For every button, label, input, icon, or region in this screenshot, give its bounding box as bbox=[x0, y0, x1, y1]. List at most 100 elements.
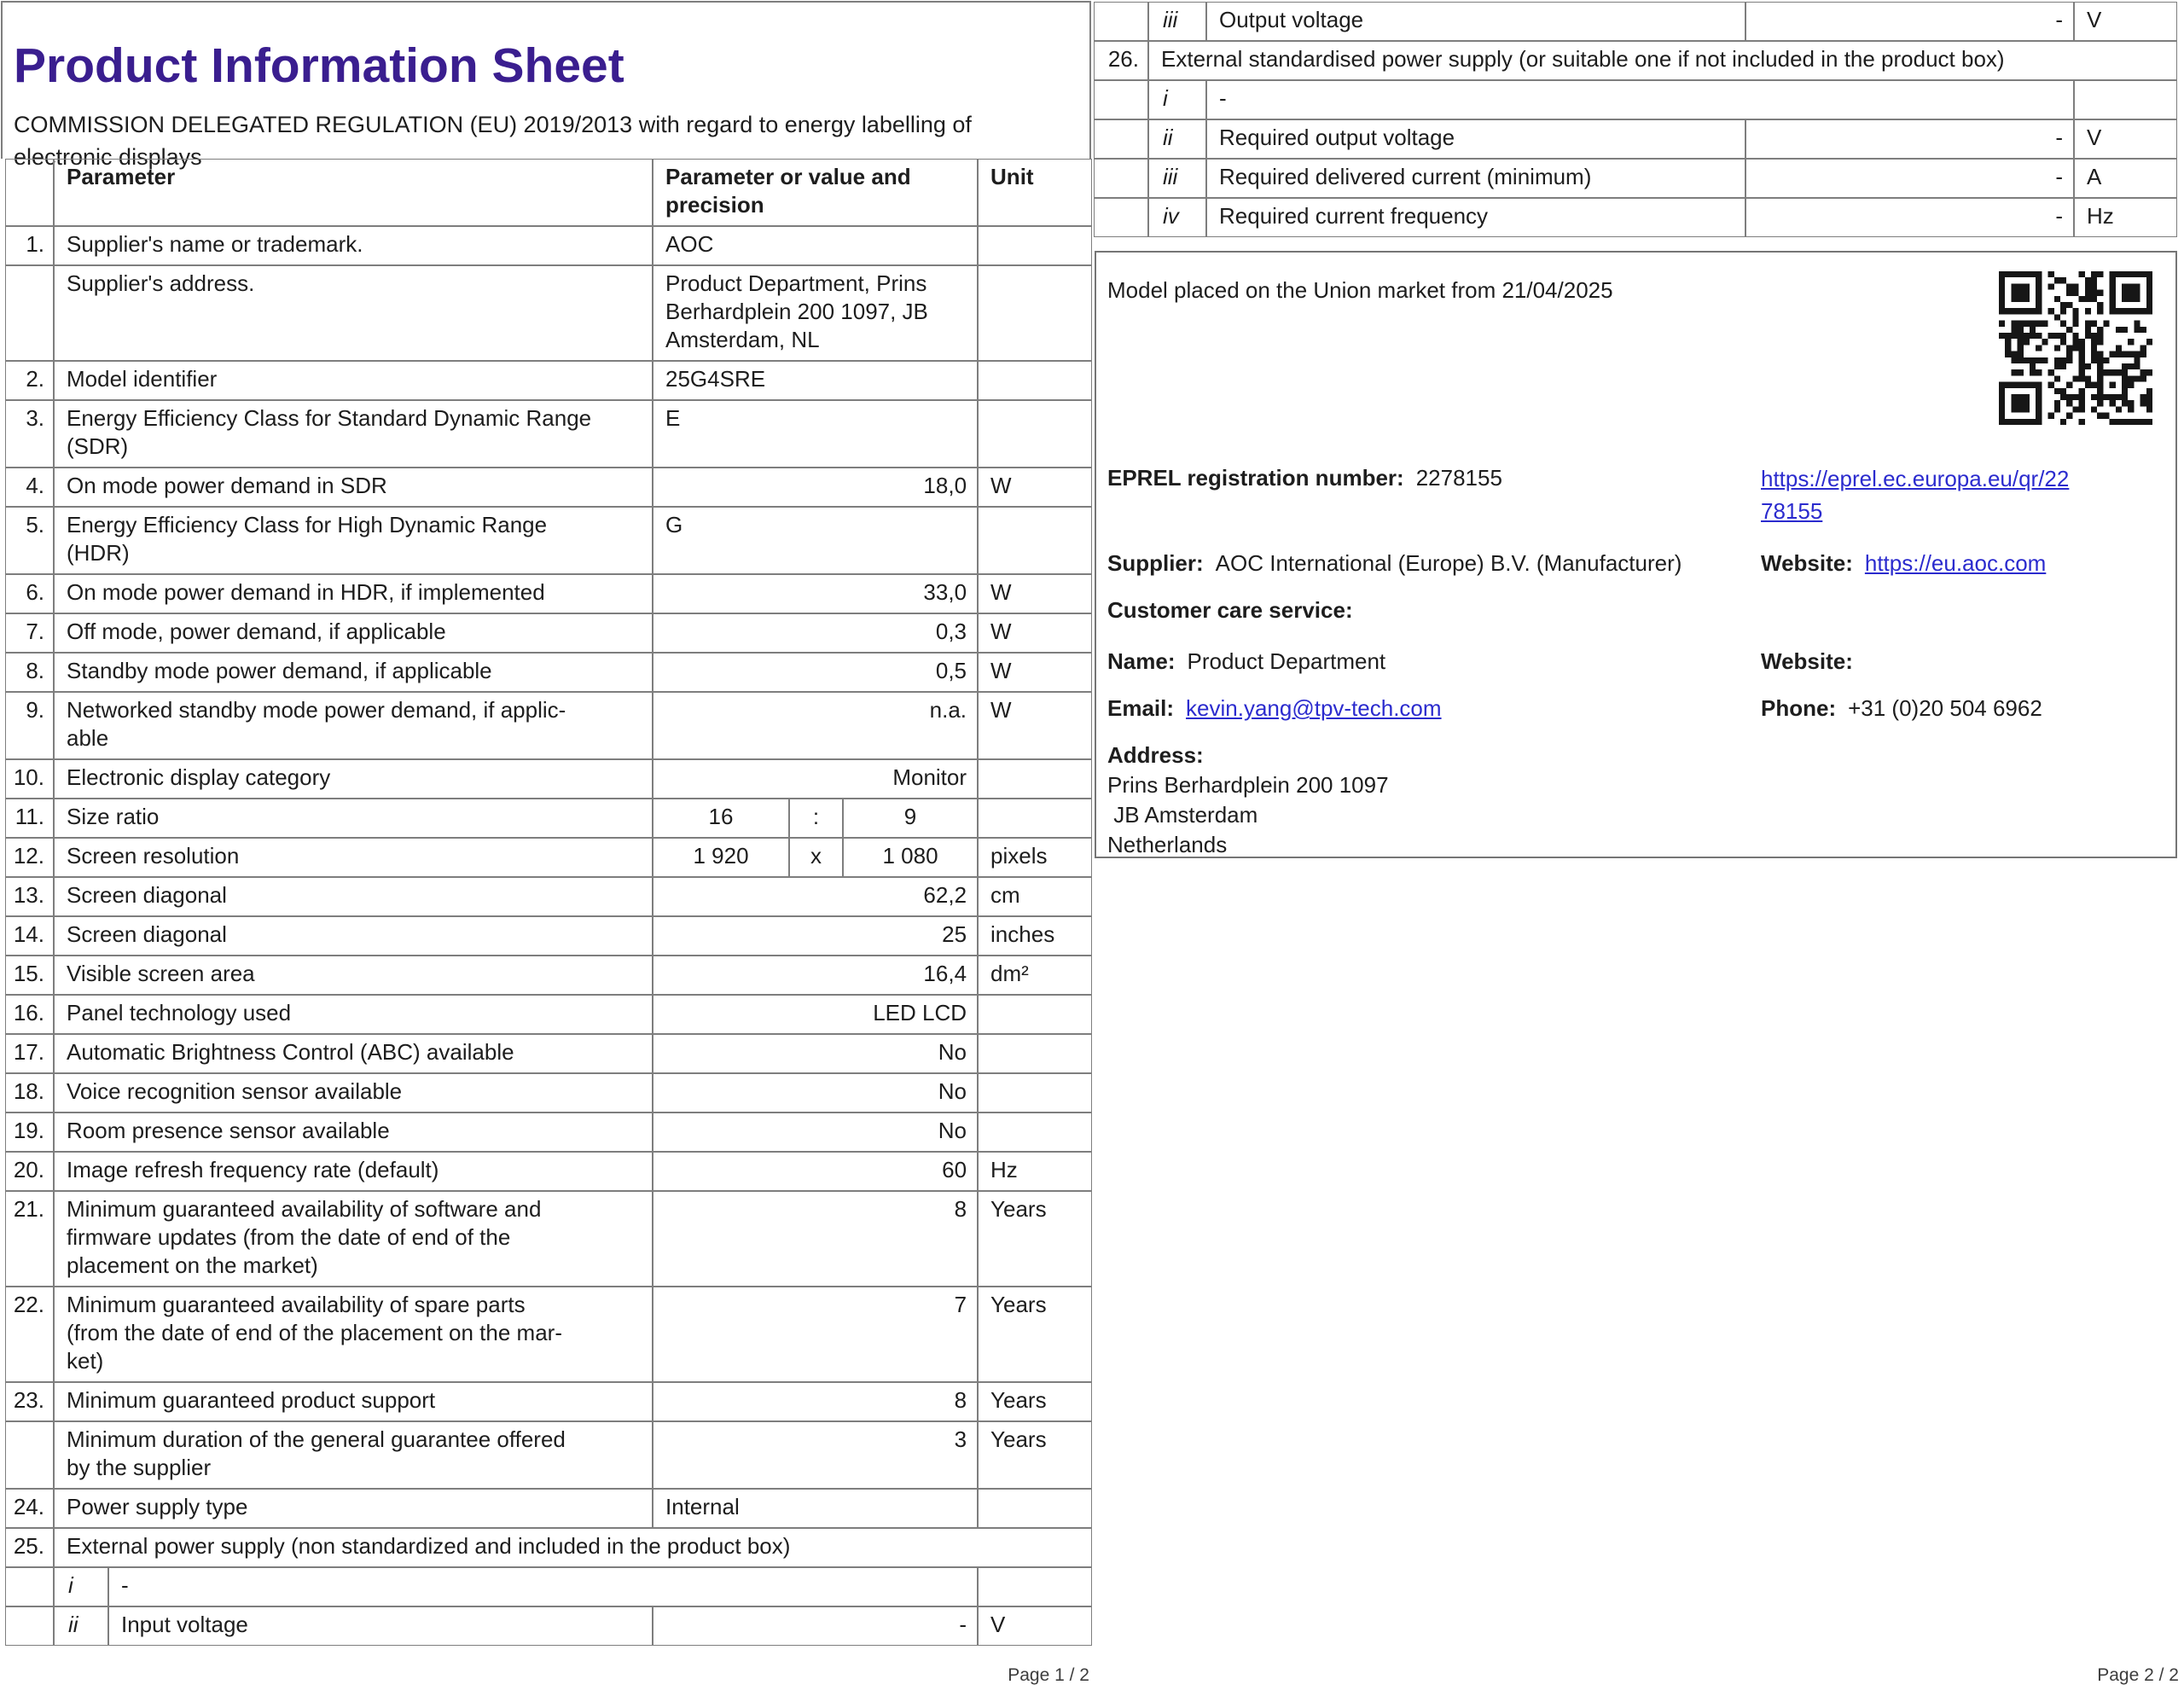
table-row: 2.Model identifier25G4SRE bbox=[5, 361, 1092, 400]
row-value: 0,5 bbox=[653, 653, 978, 692]
row-value: Product Department, Prins Berhardplein 2… bbox=[653, 265, 978, 361]
row-number bbox=[5, 1421, 54, 1489]
row-value: 0,3 bbox=[653, 613, 978, 653]
row-number: 9. bbox=[5, 692, 54, 759]
row-unit: W bbox=[978, 613, 1092, 653]
row-value: 62,2 bbox=[653, 877, 978, 916]
row-subnumber: i bbox=[1148, 80, 1206, 119]
row-number: 7. bbox=[5, 613, 54, 653]
table-row: 16.Panel technology usedLED LCD bbox=[5, 995, 1092, 1034]
phone-field: Phone: +31 (0)20 504 6962 bbox=[1761, 693, 2042, 723]
row-label: Voice recognition sensor available bbox=[54, 1073, 653, 1113]
row-unit: V bbox=[2074, 2, 2177, 41]
table-row: 17.Automatic Brightness Control (ABC) av… bbox=[5, 1034, 1092, 1073]
address-label: Address: bbox=[1107, 740, 2164, 770]
row-unit: V bbox=[2074, 119, 2177, 159]
website-link[interactable]: https://eu.aoc.com bbox=[1865, 550, 2046, 576]
eprel-link[interactable]: https://eprel.ec.europa.eu/qr/22 78155 bbox=[1761, 462, 2069, 527]
phone-value: +31 (0)20 504 6962 bbox=[1848, 695, 2042, 721]
website-label: Website: bbox=[1761, 550, 1853, 576]
row-label: Minimum duration of the general guarante… bbox=[54, 1421, 653, 1489]
row-unit: Years bbox=[978, 1191, 1092, 1287]
table-row: i- bbox=[1094, 80, 2177, 119]
table-row: 4.On mode power demand in SDR18,0W bbox=[5, 468, 1092, 507]
row-subnumber: iii bbox=[1148, 159, 1206, 198]
table-row: 11.Size ratio16:9 bbox=[5, 799, 1092, 838]
row-unit bbox=[978, 226, 1092, 265]
row-number: 12. bbox=[5, 838, 54, 877]
supplier-row: Supplier:AOC International (Europe) B.V.… bbox=[1107, 548, 2164, 578]
table-row: iiiRequired delivered current (minimum)-… bbox=[1094, 159, 2177, 198]
row-label: Required current frequency bbox=[1206, 198, 1745, 237]
table-row: 14.Screen diagonal25inches bbox=[5, 916, 1092, 956]
row-number: 4. bbox=[5, 468, 54, 507]
qr-code bbox=[1999, 271, 2152, 425]
row-label: Energy Efficiency Class for Standard Dyn… bbox=[54, 400, 653, 468]
table-row: 1.Supplier's name or trademark.AOC bbox=[5, 226, 1092, 265]
row-unit: Hz bbox=[2074, 198, 2177, 237]
table-row: 24.Power supply typeInternal bbox=[5, 1489, 1092, 1528]
row-subnumber: iv bbox=[1148, 198, 1206, 237]
row-unit bbox=[978, 995, 1092, 1034]
row-value: 1 080 bbox=[843, 838, 978, 877]
row-label: Power supply type bbox=[54, 1489, 653, 1528]
row-number: 15. bbox=[5, 956, 54, 995]
row-label: Input voltage bbox=[108, 1606, 653, 1646]
row-value: 18,0 bbox=[653, 468, 978, 507]
row-unit: W bbox=[978, 692, 1092, 759]
row-label: Room presence sensor available bbox=[54, 1113, 653, 1152]
row-label: Off mode, power demand, if applicable bbox=[54, 613, 653, 653]
name-row: Name:Product Department Website: bbox=[1107, 646, 2164, 677]
parameter-table-page1: Parameter Parameter or value and precisi… bbox=[5, 159, 1092, 1646]
table-row: 22.Minimum guaranteed availability of sp… bbox=[5, 1287, 1092, 1382]
row-unit: Years bbox=[978, 1382, 1092, 1421]
row-label: Image refresh frequency rate (default) bbox=[54, 1152, 653, 1191]
row-unit bbox=[2074, 80, 2177, 119]
row-unit bbox=[978, 1489, 1092, 1528]
row-label: Screen diagonal bbox=[54, 877, 653, 916]
row-value: G bbox=[653, 507, 978, 574]
row-subnumber: ii bbox=[1148, 119, 1206, 159]
row-value: 60 bbox=[653, 1152, 978, 1191]
name-label: Name: bbox=[1107, 648, 1175, 674]
row-value: - bbox=[1745, 159, 2074, 198]
row-value: E bbox=[653, 400, 978, 468]
table-row: 25.External power supply (non standardiz… bbox=[5, 1528, 1092, 1567]
row-unit: W bbox=[978, 468, 1092, 507]
row-number: 16. bbox=[5, 995, 54, 1034]
row-label: Required output voltage bbox=[1206, 119, 1745, 159]
email-link[interactable]: kevin.yang@tpv-tech.com bbox=[1186, 695, 1442, 721]
website-field: Website: https://eu.aoc.com bbox=[1761, 548, 2046, 578]
row-unit: dm² bbox=[978, 956, 1092, 995]
phone-label: Phone: bbox=[1761, 695, 1836, 721]
row-number bbox=[1094, 159, 1148, 198]
eprel-label: EPREL registration number: bbox=[1107, 465, 1404, 491]
table-row: i- bbox=[5, 1567, 1092, 1606]
col-header-parameter: Parameter bbox=[54, 159, 653, 226]
table-row: Minimum duration of the general guarante… bbox=[5, 1421, 1092, 1489]
row-label: Automatic Brightness Control (ABC) avail… bbox=[54, 1034, 653, 1073]
row-unit: A bbox=[2074, 159, 2177, 198]
row-value: LED LCD bbox=[653, 995, 978, 1034]
row-subnumber: iii bbox=[1148, 2, 1206, 41]
row-unit bbox=[978, 1113, 1092, 1152]
row-value-separator: x bbox=[789, 838, 843, 877]
table-row: 3.Energy Efficiency Class for Standard D… bbox=[5, 400, 1092, 468]
row-label: Model identifier bbox=[54, 361, 653, 400]
row-value: - bbox=[1745, 2, 2074, 41]
row-value: 7 bbox=[653, 1287, 978, 1382]
customer-care-label: Customer care service: bbox=[1107, 595, 2164, 625]
row-unit bbox=[978, 507, 1092, 574]
table-row: 9.Networked standby mode power demand, i… bbox=[5, 692, 1092, 759]
row-label: Electronic display category bbox=[54, 759, 653, 799]
row-label: Networked standby mode power demand, if … bbox=[54, 692, 653, 759]
row-value: 8 bbox=[653, 1191, 978, 1287]
row-unit bbox=[978, 1073, 1092, 1113]
row-label: Minimum guaranteed availability of softw… bbox=[54, 1191, 653, 1287]
table-row: 21.Minimum guaranteed availability of so… bbox=[5, 1191, 1092, 1287]
col-header-unit: Unit bbox=[978, 159, 1092, 226]
row-number: 18. bbox=[5, 1073, 54, 1113]
row-label: Minimum guaranteed product support bbox=[54, 1382, 653, 1421]
supplier-label: Supplier: bbox=[1107, 550, 1204, 576]
row-number: 19. bbox=[5, 1113, 54, 1152]
